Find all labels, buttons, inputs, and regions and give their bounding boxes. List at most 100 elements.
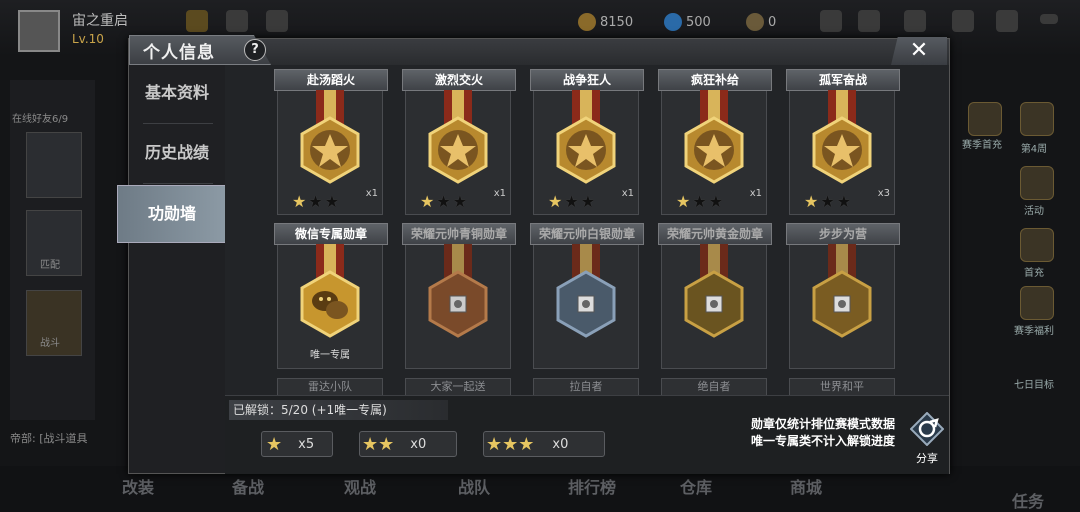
medal-card[interactable]: 荣耀元帅黄金勋章 [658, 223, 772, 369]
medal-card[interactable]: 孤军奋战 ★ ★ ★ x3 [786, 69, 900, 215]
week-icon[interactable] [1020, 102, 1054, 136]
mail-icon[interactable] [904, 10, 926, 32]
diamond-value: 500 [686, 14, 711, 30]
medal-title-next[interactable]: 拉自者 [533, 378, 639, 396]
bottom-item-4[interactable]: 排行榜 [568, 474, 616, 498]
medal-count: x1 [749, 188, 762, 199]
medal-note: 勋章仅统计排位赛模式数据 唯一专属类不计入解锁进度 [695, 416, 895, 450]
match-label: 匹配 [40, 260, 60, 271]
tier-three-star: ★★★ x0 [483, 431, 605, 457]
bottom-item-6[interactable]: 商城 [790, 474, 822, 498]
ticket-resource: 0 [746, 12, 776, 32]
tier-count: x0 [410, 436, 427, 452]
medal-card[interactable]: 激烈交火 ★ ★ ★ x1 [402, 69, 516, 215]
medal-card[interactable]: 荣耀元帅青铜勋章 [402, 223, 516, 369]
close-button[interactable]: ✕ [891, 37, 947, 65]
medal-card[interactable]: 步步为营 [786, 223, 900, 369]
medal-title-next[interactable]: 世界和平 [789, 378, 895, 396]
star-icon: ★ [266, 433, 283, 455]
medal-count: x1 [365, 188, 378, 199]
diamond-resource: 500 [664, 12, 711, 32]
add-icon[interactable] [820, 10, 842, 32]
medal-card[interactable]: 微信专属勋章 唯一专属 [274, 223, 388, 369]
medal-title-next[interactable]: 大家一起送 [405, 378, 511, 396]
gold-value: 8150 [600, 14, 634, 30]
medal-card[interactable]: 荣耀元帅白银勋章 [530, 223, 644, 369]
bottom-item-0[interactable]: 改装 [122, 474, 154, 498]
share-label: 分享 [916, 452, 938, 465]
bottom-item-1[interactable]: 备战 [232, 474, 264, 498]
first-recharge-icon[interactable] [1020, 228, 1054, 262]
medal-card[interactable]: 疯狂补给 ★ ★ ★ x1 [658, 69, 772, 215]
chat-bar[interactable]: 帝部: [战斗道具 [10, 430, 130, 452]
bottom-item-2[interactable]: 观战 [344, 474, 376, 498]
nav-basic-info[interactable]: 基本资料 [129, 65, 225, 121]
season-recharge-icon[interactable] [968, 102, 1002, 136]
video-icon[interactable] [226, 10, 248, 32]
bottom-item-5[interactable]: 仓库 [680, 474, 712, 498]
tier-count: x0 [552, 436, 569, 452]
player-avatar[interactable] [18, 10, 60, 52]
activity-icon[interactable] [1020, 166, 1054, 200]
medal-title: 赴汤蹈火 [274, 69, 388, 91]
medal-title: 荣耀元帅青铜勋章 [402, 223, 516, 245]
dialog-title: 个人信息 [143, 43, 215, 63]
side-nav: 基本资料 历史战绩 功勋墙 [117, 65, 227, 473]
left-panel: 在线好友6/9 匹配 战斗 [10, 80, 95, 420]
star-icon: ★★★ [486, 433, 535, 455]
medal-title: 战争狂人 [530, 69, 644, 91]
right-item-1: 第4周 [1020, 144, 1048, 155]
star-medal-icon [556, 90, 616, 184]
star-medal-icon [684, 90, 744, 184]
bottom-item-3[interactable]: 战队 [458, 474, 490, 498]
help-button[interactable]: ? [244, 39, 266, 61]
right-item-0: 赛季首充 [962, 140, 1002, 151]
right-item-5: 七日目标 [1014, 380, 1054, 391]
battle-label: 战斗 [40, 338, 60, 349]
crown-icon[interactable] [186, 10, 208, 32]
right-item-2: 活动 [1024, 206, 1044, 217]
medal-card[interactable]: 赴汤蹈火 ★ ★ ★ x1 [274, 69, 388, 215]
gold-medal-icon [812, 244, 872, 338]
player-level: Lv.10 [72, 32, 104, 46]
season-welfare-icon[interactable] [1020, 286, 1054, 320]
medal-title: 荣耀元帅黄金勋章 [658, 223, 772, 245]
coin-icon [578, 13, 596, 31]
right-item-4: 赛季福利 [1014, 326, 1054, 337]
ticket-icon [746, 13, 764, 31]
grid-icon[interactable] [266, 10, 288, 32]
player-name: 宙之重启 [72, 13, 128, 29]
star-rating: ★ ★ ★ [548, 192, 596, 211]
ticket-value: 0 [768, 14, 777, 30]
silver-medal-icon [556, 244, 616, 338]
book-icon[interactable] [996, 10, 1018, 32]
medal-title: 激烈交火 [402, 69, 516, 91]
diamond-icon [664, 13, 682, 31]
medal-title-next[interactable]: 绝自者 [661, 378, 767, 396]
star-medal-icon [300, 90, 360, 184]
medal-title: 疯狂补给 [658, 69, 772, 91]
nav-history[interactable]: 历史战绩 [129, 125, 225, 181]
friend-avatar[interactable] [26, 132, 82, 198]
star-rating: ★ ★ ★ [292, 192, 340, 211]
gold-resource: 8150 [578, 12, 633, 32]
star-medal-icon [428, 90, 488, 184]
online-friends: 在线好友6/9 [12, 114, 69, 125]
medal-count: x3 [877, 188, 890, 199]
note-line: 唯一专属类不计入解锁进度 [750, 434, 895, 448]
bottom-item-7[interactable]: 任务 [1012, 488, 1044, 512]
share-button[interactable]: 分享 [905, 411, 949, 466]
medal-title-next[interactable]: 雷达小队 [277, 378, 383, 396]
personal-info-dialog: 个人信息 ? ✕ 基本资料 历史战绩 功勋墙 赴汤蹈火 ★ ★ ★ x1 激烈交火 … [117, 35, 950, 474]
star-rating: ★ ★ ★ [676, 192, 724, 211]
settings-icon[interactable] [952, 10, 974, 32]
medal-count: x1 [493, 188, 506, 199]
star-medal-icon [812, 90, 872, 184]
medal-card[interactable]: 战争狂人 ★ ★ ★ x1 [530, 69, 644, 215]
medal-footer: 已解锁：5/20 (+1唯一专属) ★ x5 ★★ x0 ★★★ x0 勋章仅统… [225, 395, 949, 474]
friends-icon[interactable] [858, 10, 880, 32]
star-rating: ★ ★ ★ [804, 192, 852, 211]
bronze-medal-icon [428, 244, 488, 338]
nav-medal-wall[interactable]: 功勋墙 [117, 185, 227, 243]
medal-title: 步步为营 [786, 223, 900, 245]
